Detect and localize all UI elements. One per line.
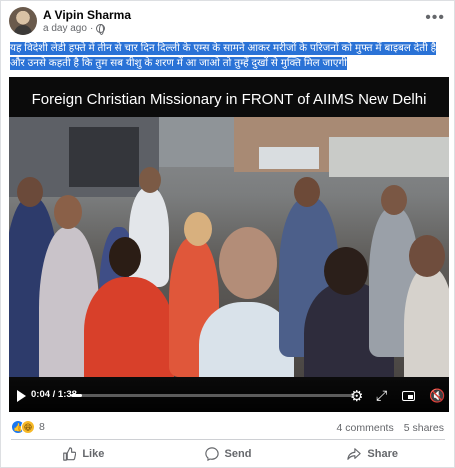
action-bar: Like Send Share	[11, 443, 445, 465]
share-arrow-icon	[347, 448, 362, 460]
gear-icon[interactable]: ⚙	[350, 387, 363, 405]
play-icon[interactable]	[17, 390, 26, 402]
video-progress-fill	[71, 394, 83, 397]
author-name[interactable]: A Vipin Sharma	[43, 8, 131, 22]
like-button[interactable]: Like	[11, 443, 156, 465]
timestamp[interactable]: a day ago	[43, 23, 87, 34]
more-options-icon[interactable]: •••	[425, 9, 445, 27]
video-player[interactable]: Foreign Christian Missionary in FRONT of…	[9, 77, 449, 412]
globe-icon	[96, 24, 106, 35]
post-header: A Vipin Sharma a day ago · •••	[9, 7, 449, 37]
picture-in-picture-icon[interactable]	[402, 391, 415, 401]
comment-count[interactable]: 4 comments	[337, 422, 394, 434]
haha-reaction-icon: 😆	[21, 420, 35, 434]
video-title-overlay: Foreign Christian Missionary in FRONT of…	[31, 91, 427, 108]
send-label: Send	[224, 448, 252, 460]
engagement-counts: 4 comments 5 shares	[337, 422, 444, 434]
reaction-summary[interactable]: 👍 😆 8	[11, 420, 45, 434]
send-button[interactable]: Send	[156, 443, 301, 465]
post-card: A Vipin Sharma a day ago · ••• यह विदेशी…	[0, 0, 455, 468]
video-progress-bar[interactable]	[71, 394, 355, 397]
reaction-count: 8	[39, 421, 45, 433]
divider	[11, 439, 445, 440]
video-controls: 0:04 / 1:38 ⚙ ⤢ 🔇	[9, 380, 449, 412]
post-caption: यह विदेशी लेडी हफ्ते में तीन से चार दिन …	[10, 41, 450, 71]
share-button[interactable]: Share	[300, 443, 445, 465]
thumbs-up-icon	[63, 447, 77, 461]
share-count[interactable]: 5 shares	[404, 422, 444, 434]
caption-text: यह विदेशी लेडी हफ्ते में तीन से चार दिन …	[10, 42, 437, 70]
fullscreen-icon[interactable]: ⤢	[376, 387, 387, 404]
messenger-icon	[204, 447, 219, 461]
share-label: Share	[367, 448, 398, 460]
avatar[interactable]	[9, 7, 37, 35]
volume-muted-icon[interactable]: 🔇	[429, 388, 445, 404]
post-meta: a day ago ·	[43, 23, 106, 35]
video-frame	[9, 117, 449, 377]
like-label: Like	[82, 448, 105, 460]
